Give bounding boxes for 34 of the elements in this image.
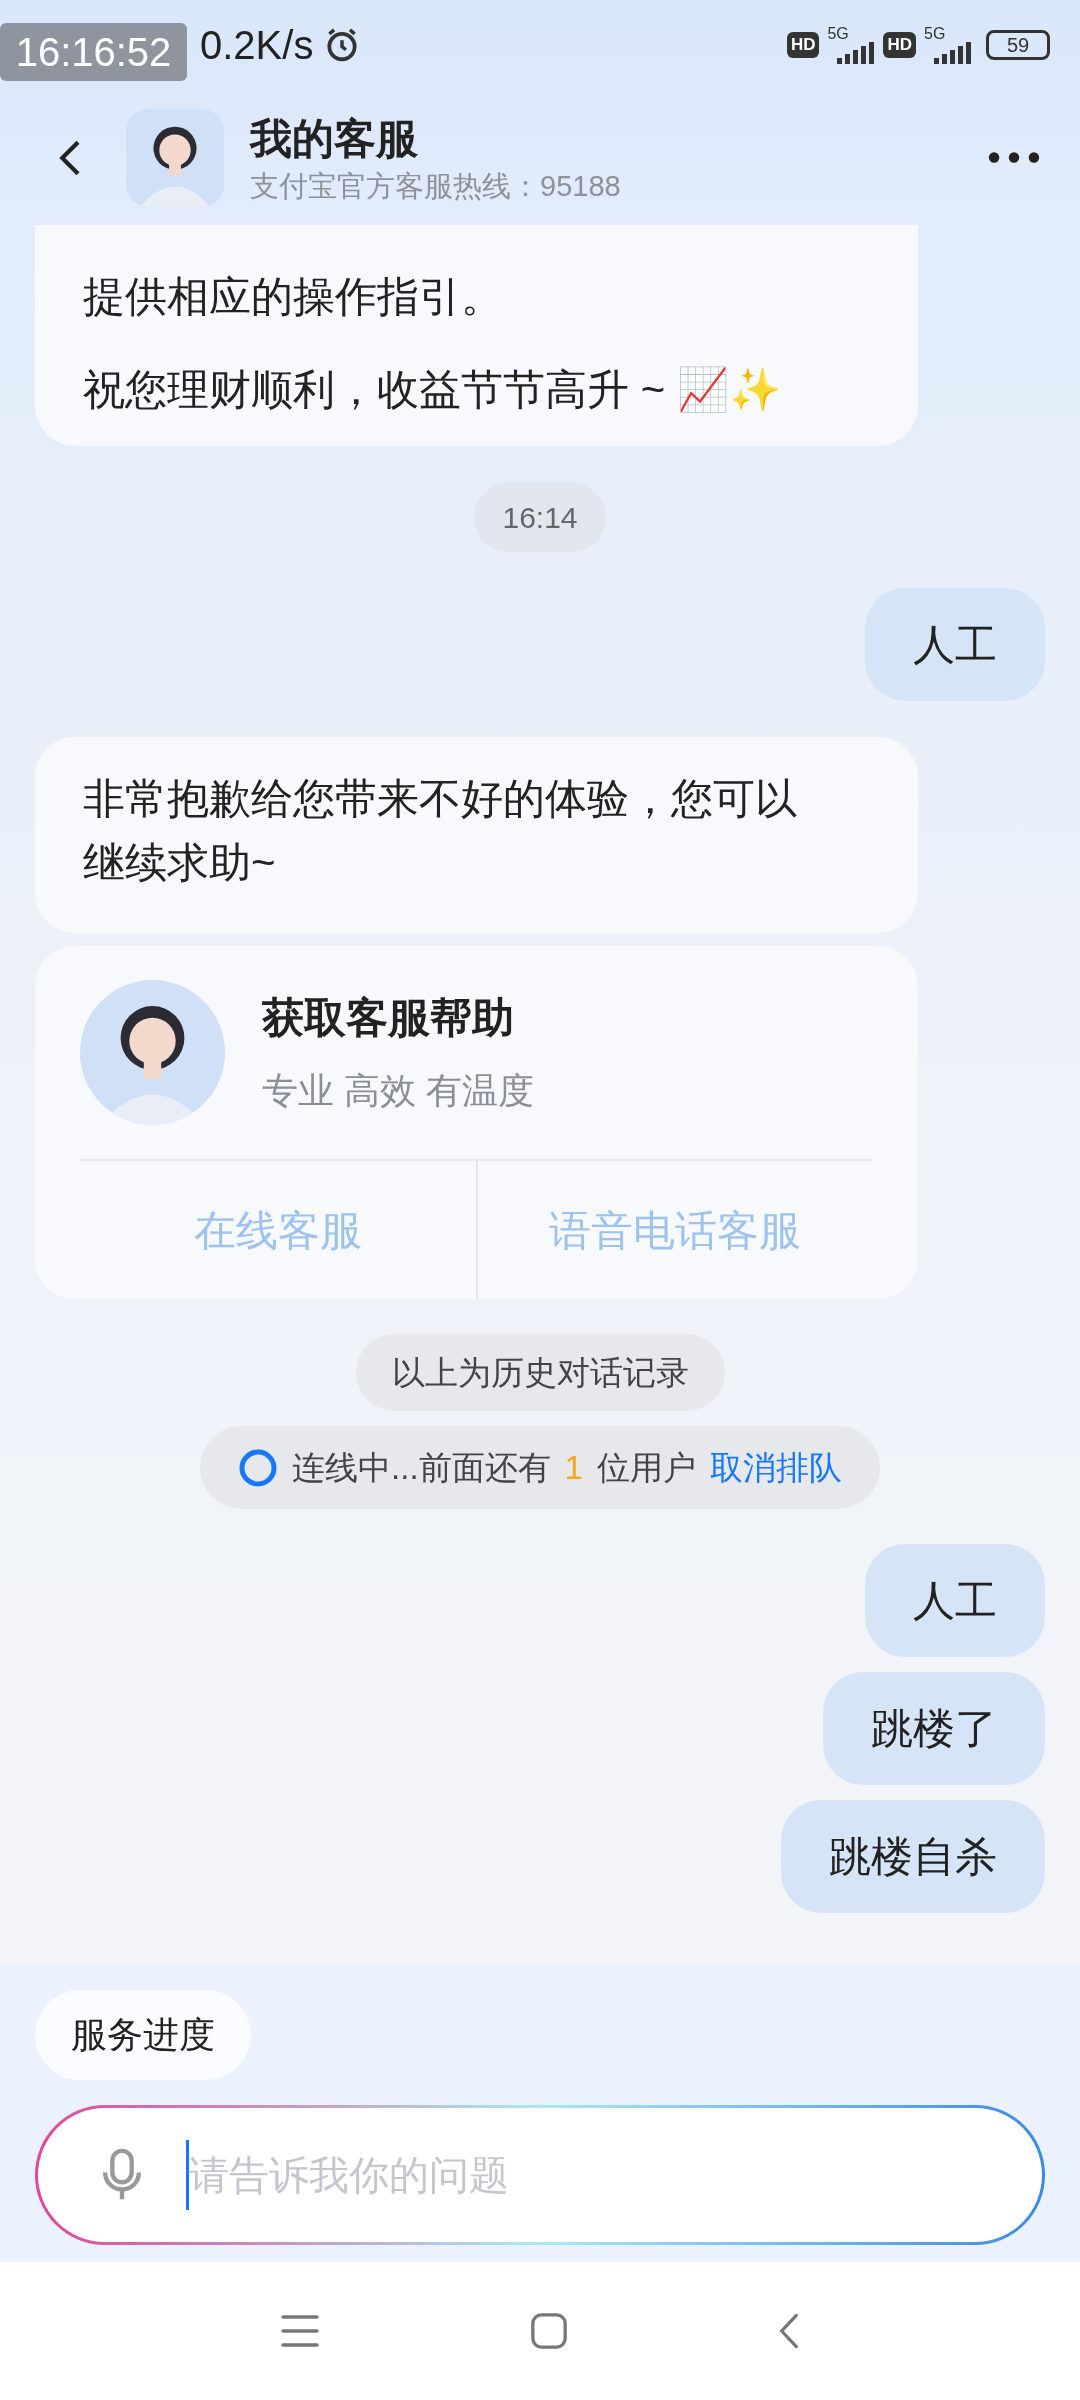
signal-icon [932,42,972,64]
queue-text: 连线中...前面还有 [292,1447,551,1488]
cancel-queue-link[interactable]: 取消排队 [709,1442,842,1493]
hotline-subtitle: 支付宝官方客服热线：95188 [250,168,621,204]
card-subtitle: 专业 高效 有温度 [262,1068,534,1113]
recording-time: 16:16:52 [0,23,187,81]
card-action-button[interactable]: 语音电话客服 [475,1161,873,1299]
history-notice: 以上为历史对话记录 [355,1334,725,1411]
card-title: 获取客服帮助 [262,992,515,1043]
timestamp: 16:14 [474,482,606,552]
network-speed: 0.2K/s [200,22,314,69]
message-bubble: 跳楼自杀 [781,1800,1045,1913]
more-icon[interactable] [988,151,1040,164]
signal-icon [835,42,876,64]
hd-badge: HD [786,32,820,58]
menu-icon[interactable] [280,2313,320,2349]
queue-text: 位用户 [596,1447,696,1488]
network-type: 5G [924,26,946,42]
battery-indicator: 59 [986,30,1050,60]
message-input[interactable]: 请告诉我你的问题 [186,2140,1042,2210]
card-action-button[interactable]: 在线客服 [80,1161,476,1299]
queue-count: 1 [564,1447,583,1488]
message-text: 提供相应的操作指引。 [83,272,504,322]
hd-badge: HD [883,32,916,58]
chat-title: 我的客服 [250,113,419,164]
quick-action-chip[interactable]: 服务进度 [35,1990,251,2080]
message-bubble: 人工 [865,588,1045,701]
network-type: 5G [827,26,849,42]
loading-icon [238,1447,279,1488]
home-icon[interactable] [530,2312,568,2350]
message-bubble: 跳楼了 [823,1672,1045,1785]
message-bubble: 人工 [865,1544,1045,1657]
message-text: 祝您理财顺利，收益节节高升 ~ 📈✨ [83,365,782,415]
message-text: 非常抱歉给您带来不好的体验，您可以继续求助~ [83,774,798,888]
